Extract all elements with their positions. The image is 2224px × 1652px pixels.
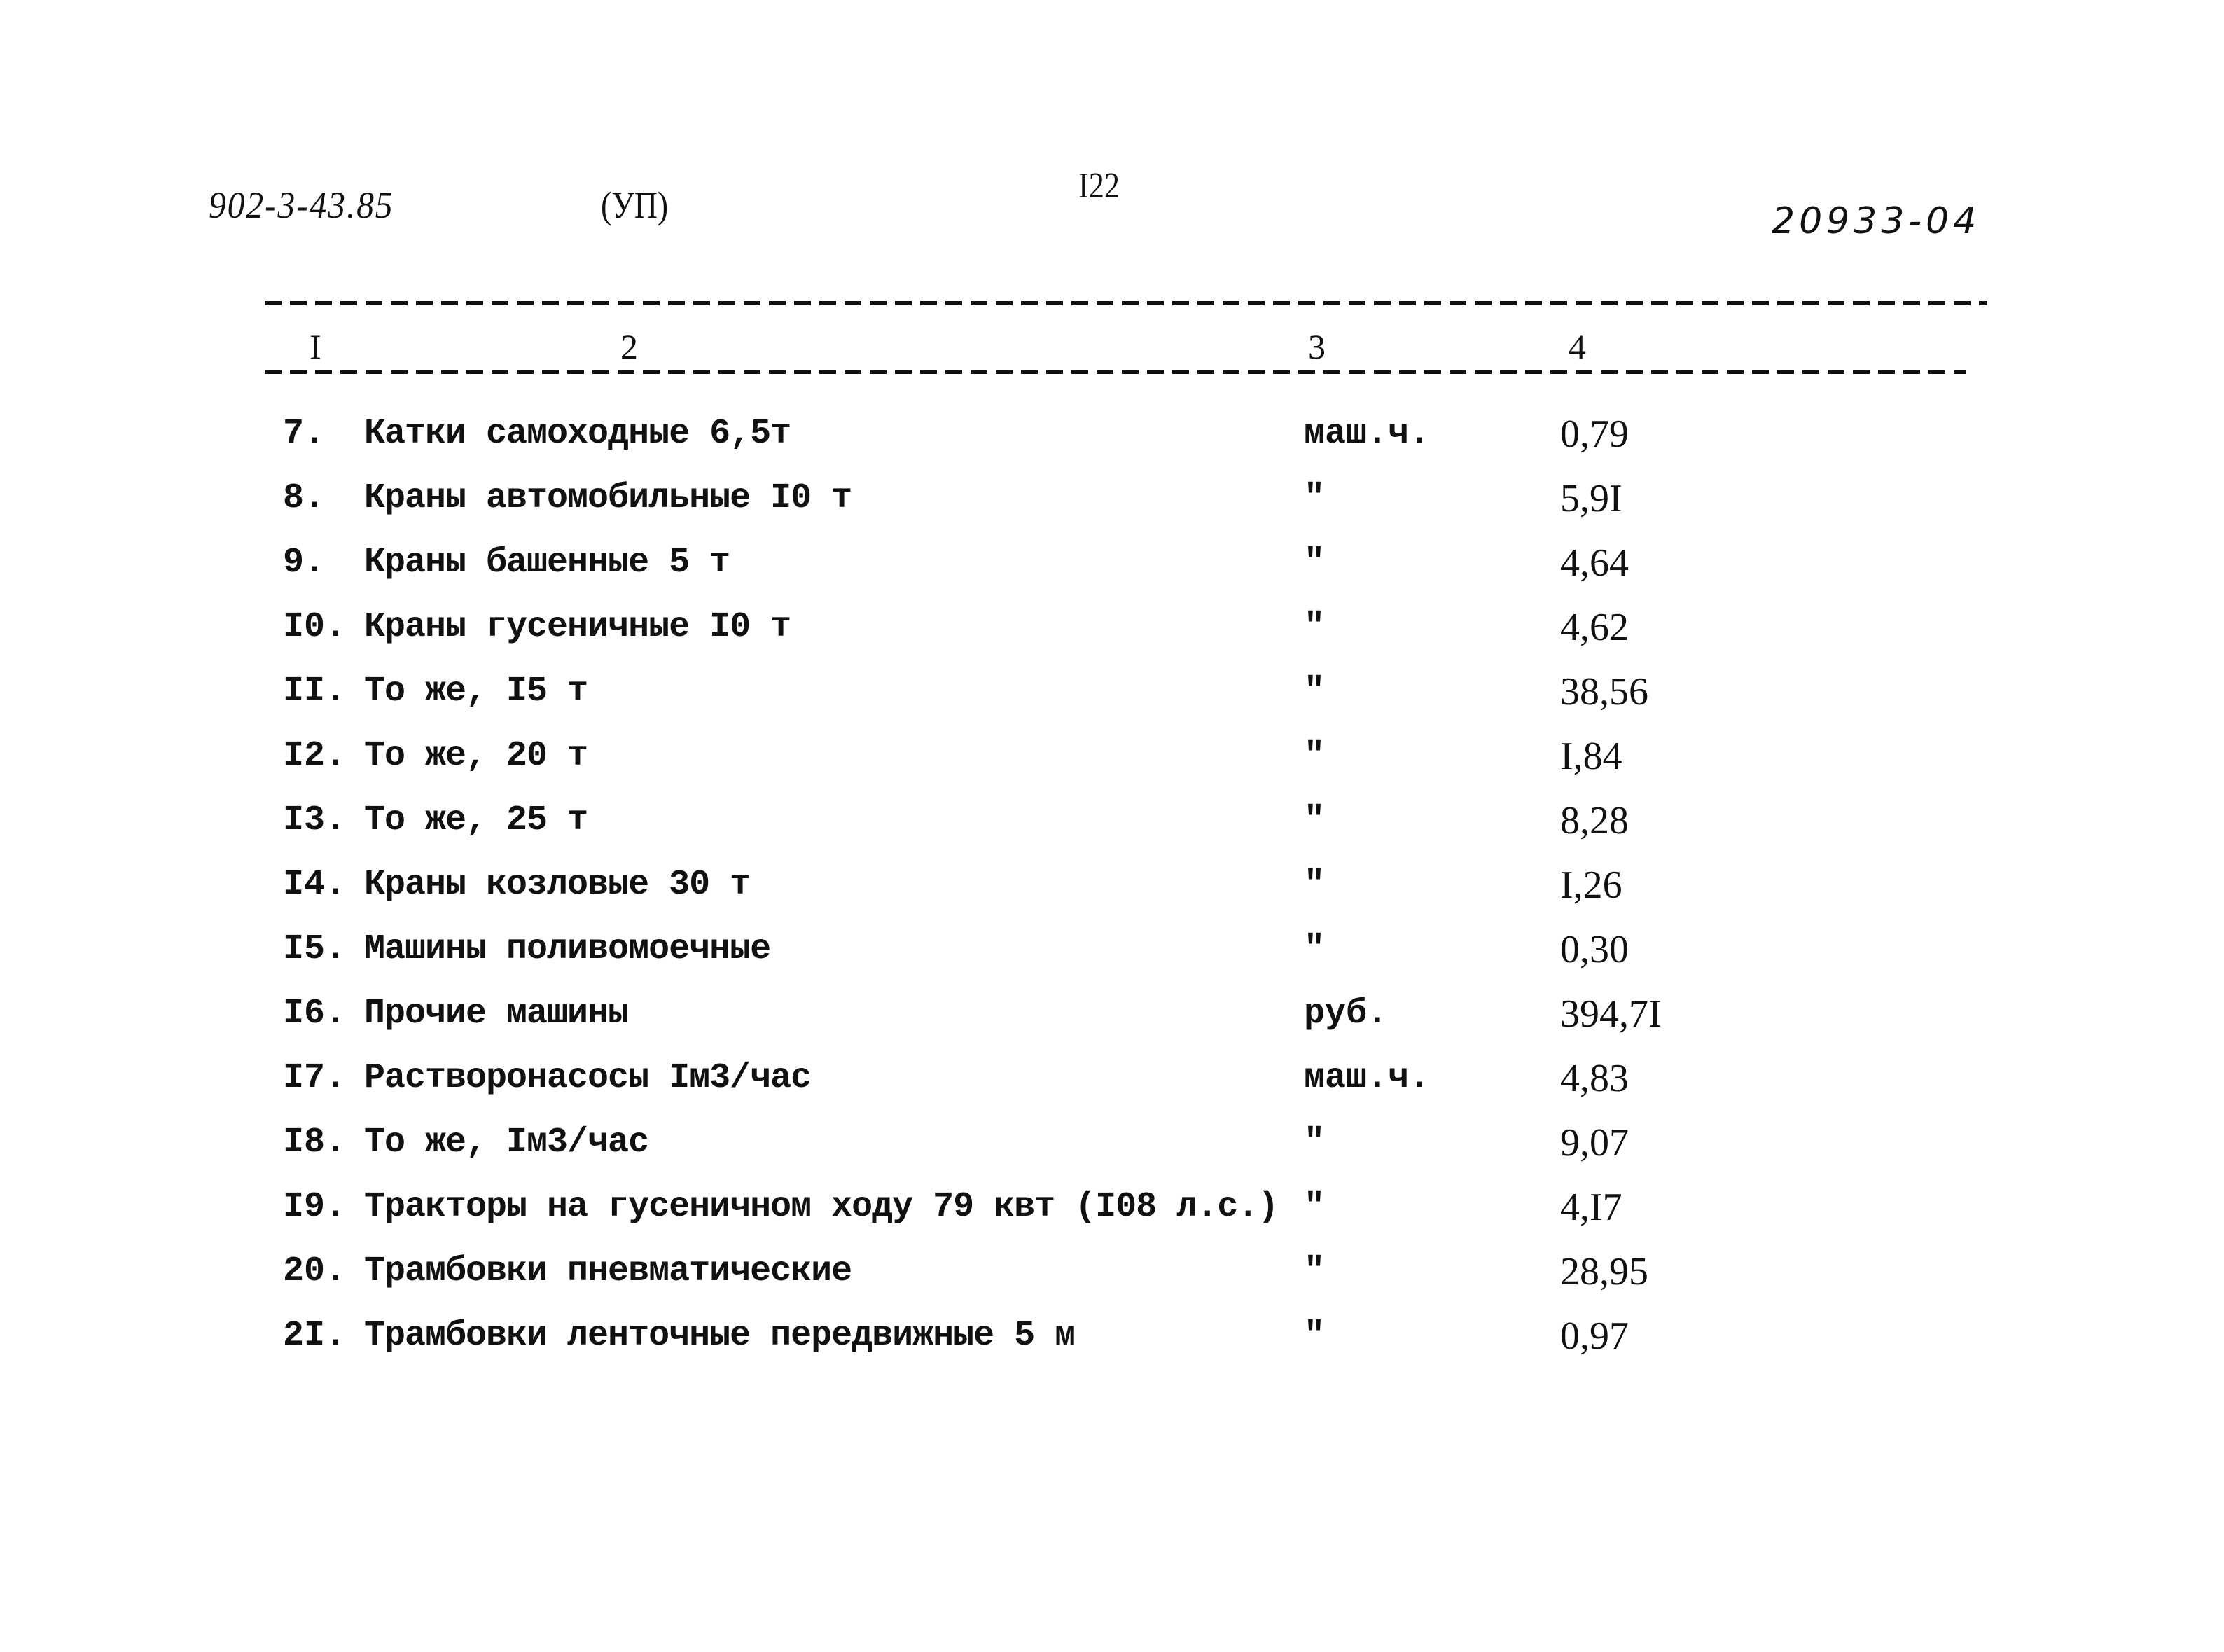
quantity-value: 4,64 [1560,541,1629,585]
machine-name: Прочие машины [364,994,629,1034]
row-number: II. [283,672,347,712]
machine-name: Краны козловые 30 т [364,865,751,905]
row-number: I4. [283,865,347,905]
machine-name: То же, 20 т [364,736,588,776]
unit-of-measure: " [1304,800,1326,840]
unit-of-measure: " [1304,736,1326,776]
machine-name: Машины поливомоечные [364,929,771,969]
row-number: I2. [283,736,347,776]
machine-name: Краны башенные 5 т [364,543,730,583]
row-number: 20. [283,1251,347,1291]
unit-of-measure: маш.ч. [1304,414,1431,454]
row-number: I3. [283,800,347,840]
unit-of-measure: маш.ч. [1304,1058,1431,1098]
unit-of-measure: " [1304,607,1326,647]
column-header-2: 2 [620,327,638,366]
unit-of-measure: " [1304,543,1326,583]
machine-name: То же, I5 т [364,672,588,712]
unit-of-measure: " [1304,478,1326,518]
quantity-value: 38,56 [1560,670,1648,714]
row-number: I8. [283,1123,347,1162]
table-row: I9. Тракторы на гусеничном ходу 79 квт (I… [0,1175,2224,1240]
table-row: 8. Краны автомобильные I0 т " 5,9I [0,466,2224,531]
row-number: 7. [283,414,326,454]
quantity-value: 4,I7 [1560,1186,1622,1229]
unit-of-measure: " [1304,1123,1326,1162]
unit-of-measure: " [1304,1316,1326,1356]
machine-name: Растворонасосы Iм3/час [364,1058,812,1098]
row-number: I0. [283,607,347,647]
table-row: I5. Машины поливомоечные " 0,30 [0,917,2224,982]
row-number: I5. [283,929,347,969]
quantity-value: I,26 [1560,863,1622,907]
table-header-rule [265,370,1966,374]
machine-name: Краны гусеничные I0 т [364,607,791,647]
quantity-value: 4,83 [1560,1057,1629,1100]
table-body: 7. Катки самоходные 6,5т маш.ч. 0,79 8. Краны… [0,402,2224,1368]
quantity-value: 28,95 [1560,1250,1648,1293]
table-row: I3. То же, 25 т " 8,28 [0,789,2224,853]
unit-of-measure: " [1304,1251,1326,1291]
row-number: I9. [283,1187,347,1227]
section-mark: (УП) [601,184,669,226]
row-number: I7. [283,1058,347,1098]
row-number: I6. [283,994,347,1034]
row-number: 8. [283,478,326,518]
machine-name: Краны автомобильные I0 т [364,478,852,518]
table-row: 20. Трамбовки пневматические " 28,95 [0,1240,2224,1304]
quantity-value: 9,07 [1560,1121,1629,1165]
column-header-1: I [310,327,321,366]
row-number: 2I. [283,1316,347,1356]
machine-name: То же, Iм3/час [364,1123,649,1162]
machine-name: То же, 25 т [364,800,588,840]
table-row: I0. Краны гусеничные I0 т " 4,62 [0,595,2224,660]
quantity-value: I,84 [1560,735,1622,778]
table-row: 2I. Трамбовки ленточные передвижные 5 м " 0… [0,1304,2224,1368]
unit-of-measure: " [1304,865,1326,905]
unit-of-measure: " [1304,1187,1326,1227]
table-row: II. То же, I5 т " 38,56 [0,660,2224,724]
quantity-value: 5,9I [1560,477,1622,520]
machine-name: Трамбовки пневматические [364,1251,852,1291]
column-header-4: 4 [1569,327,1586,366]
quantity-value: 8,28 [1560,799,1629,842]
column-header-3: 3 [1308,327,1326,366]
quantity-value: 394,7I [1560,992,1662,1036]
table-row: I6. Прочие машины руб. 394,7I [0,982,2224,1046]
table-row: I7. Растворонасосы Iм3/час маш.ч. 4,83 [0,1046,2224,1111]
table-row: 7. Катки самоходные 6,5т маш.ч. 0,79 [0,402,2224,466]
row-number: 9. [283,543,326,583]
quantity-value: 0,79 [1560,412,1629,456]
quantity-value: 0,97 [1560,1314,1629,1358]
quantity-value: 4,62 [1560,606,1629,649]
machine-name: Трамбовки ленточные передвижные 5 м [364,1316,1076,1356]
machine-name: Тракторы на гусеничном ходу 79 квт (I08 … [364,1187,1279,1227]
table-row: I4. Краны козловые 30 т " I,26 [0,853,2224,917]
unit-of-measure: руб. [1304,994,1389,1034]
table-row: 9. Краны башенные 5 т " 4,64 [0,531,2224,595]
table-top-rule [265,301,1987,305]
unit-of-measure: " [1304,929,1326,969]
page-number: I22 [1078,166,1120,206]
table-row: I8. То же, Iм3/час " 9,07 [0,1111,2224,1175]
document-code: 902-3-43.85 [209,184,394,226]
unit-of-measure: " [1304,672,1326,712]
archive-number: 20933-04 [1772,200,1981,242]
table-row: I2. То же, 20 т " I,84 [0,724,2224,789]
quantity-value: 0,30 [1560,928,1629,971]
machine-name: Катки самоходные 6,5т [364,414,791,454]
